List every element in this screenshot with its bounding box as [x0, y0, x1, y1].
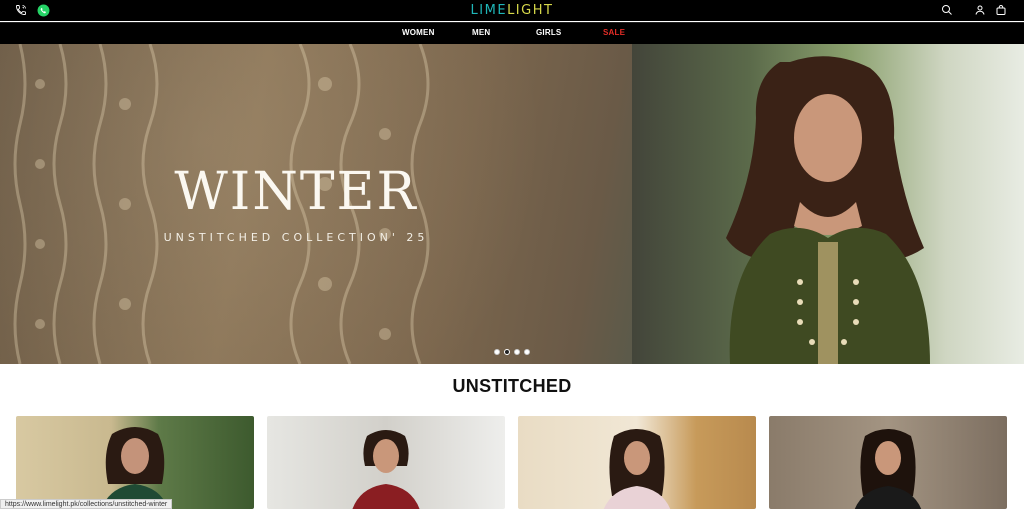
- product-card[interactable]: [267, 416, 505, 509]
- search-icon[interactable]: [940, 3, 954, 17]
- logo-light-text: LIGHT: [507, 3, 554, 18]
- account-icon[interactable]: [973, 3, 987, 17]
- nav-item-men[interactable]: MEN: [472, 28, 490, 37]
- status-url-bar: https://www.limelight.pk/collections/uns…: [0, 499, 173, 509]
- product-card[interactable]: [518, 416, 756, 509]
- carousel-dot[interactable]: [514, 349, 520, 355]
- logo-lime-text: LIME: [470, 3, 508, 18]
- top-bar: LIMELIGHT: [0, 0, 1024, 21]
- nav-item-sale[interactable]: SALE: [603, 28, 625, 37]
- nav-item-girls[interactable]: GIRLS: [536, 28, 561, 37]
- carousel-dot-active[interactable]: [504, 349, 510, 355]
- nav-item-women[interactable]: WOMEN: [402, 28, 435, 37]
- section-title: UNSTITCHED: [452, 376, 572, 396]
- product-model-image: [854, 429, 922, 509]
- carousel-dot[interactable]: [494, 349, 500, 355]
- hero-title: WINTER: [174, 162, 418, 222]
- product-card[interactable]: [16, 416, 254, 509]
- hero-banner[interactable]: WINTER UNSTITCHED COLLECTION' 25: [0, 44, 1024, 364]
- main-nav: WOMEN MEN GIRLS SALE: [0, 22, 1024, 44]
- hero-subtitle: UNSTITCHED COLLECTION' 25: [163, 231, 429, 244]
- carousel-dots: [494, 349, 530, 355]
- brand-logo[interactable]: LIMELIGHT: [0, 2, 1024, 19]
- product-model-image: [352, 430, 420, 509]
- product-model-image: [101, 427, 169, 509]
- carousel-dot[interactable]: [524, 349, 530, 355]
- hero-model-image: [726, 56, 930, 364]
- product-model-image: [603, 429, 671, 509]
- product-card[interactable]: [769, 416, 1007, 509]
- cart-icon[interactable]: [994, 3, 1008, 17]
